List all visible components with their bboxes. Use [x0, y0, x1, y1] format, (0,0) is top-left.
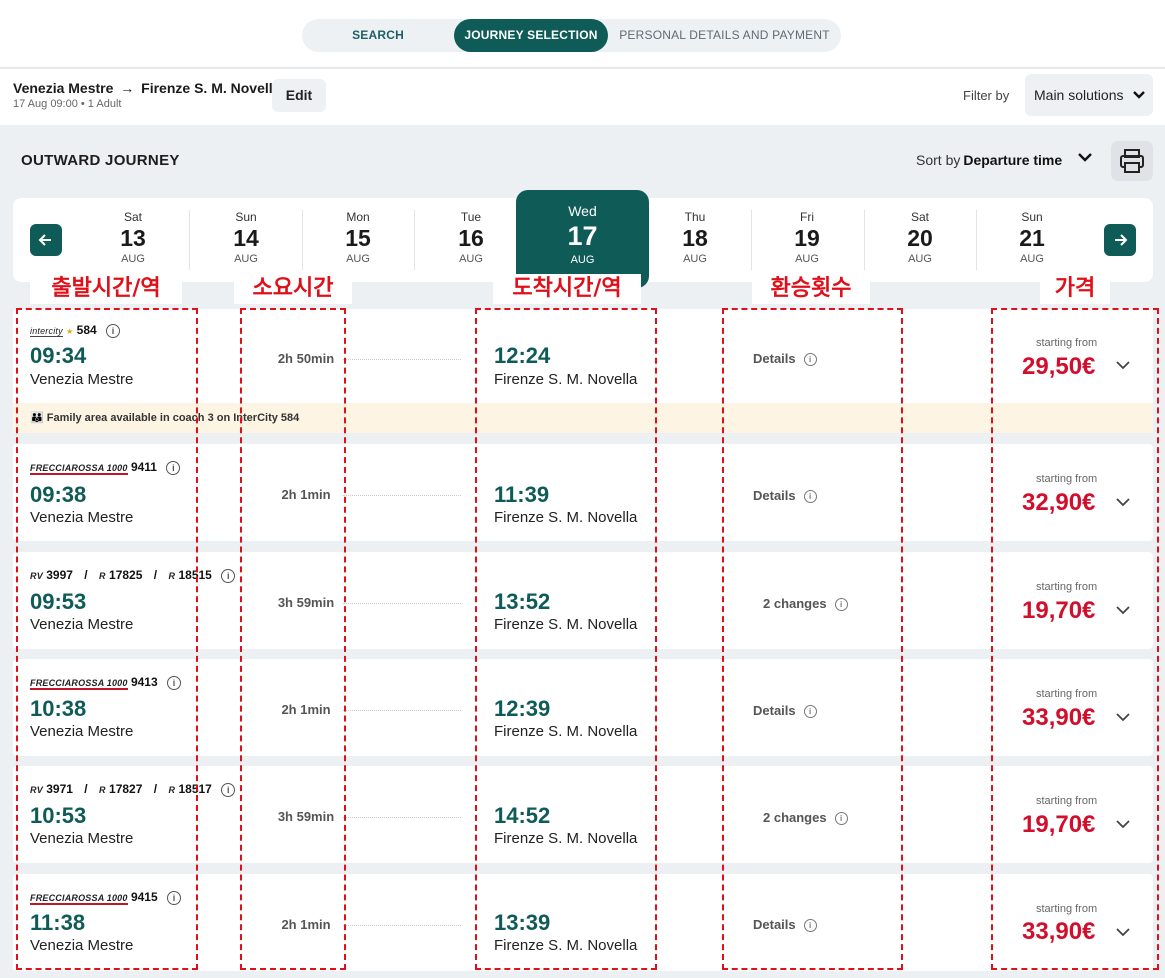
duration-line [343, 925, 461, 926]
date-item[interactable]: Sat 13 AUG [77, 210, 189, 272]
date-item[interactable]: Sun 21 AUG [976, 210, 1088, 272]
route-subtitle: 17 Aug 09:00 • 1 Adult [13, 98, 122, 110]
filter-value: Main solutions [1034, 87, 1124, 103]
date-month: AUG [683, 253, 707, 265]
date-day: 16 [458, 225, 484, 251]
date-item[interactable]: Tue 16 AUG [415, 210, 527, 272]
date-item[interactable]: Mon 15 AUG [302, 210, 414, 272]
annotation-duration-label: 소요시간 [234, 274, 352, 304]
chevron-down-icon [1133, 74, 1145, 116]
annotation-price-box [991, 308, 1159, 970]
step-search[interactable]: SEARCH [302, 19, 454, 52]
sort-control[interactable]: Sort by Departure time [916, 152, 1062, 168]
date-day: 14 [233, 225, 259, 251]
top-bar: SEARCH JOURNEY SELECTION PERSONAL DETAIL… [0, 0, 1165, 68]
duration-line [343, 603, 461, 604]
info-icon[interactable]: i [221, 782, 236, 797]
annotation-arrival-label: 도착시간/역 [493, 274, 641, 304]
outward-journey-title: OUTWARD JOURNEY [21, 152, 180, 169]
duration-line [343, 710, 461, 711]
date-weekday: Mon [346, 210, 370, 224]
route-to: Firenze S. M. Novella [141, 80, 281, 96]
route-bar: Venezia Mestre → Firenze S. M. Novella 1… [0, 69, 1165, 125]
duration-line [343, 359, 461, 360]
edit-button[interactable]: Edit [272, 79, 326, 112]
date-month: AUG [234, 253, 258, 265]
step-personal-details[interactable]: PERSONAL DETAILS AND PAYMENT [608, 19, 841, 52]
route-from: Venezia Mestre [13, 80, 114, 96]
date-item[interactable]: Fri 19 AUG [751, 210, 863, 272]
date-day: 20 [907, 225, 933, 251]
date-weekday: Thu [684, 210, 706, 224]
annotation-departure-box [16, 308, 198, 970]
chevron-down-icon[interactable] [1078, 150, 1092, 165]
date-weekday: Wed [568, 203, 597, 219]
printer-icon [1120, 149, 1144, 173]
date-item[interactable]: Sat 20 AUG [864, 210, 976, 272]
date-month: AUG [346, 253, 370, 265]
arrow-right-icon: → [120, 80, 135, 96]
date-day: 19 [794, 225, 820, 251]
annotation-departure-label: 출발시간/역 [30, 274, 182, 304]
step-journey-selection[interactable]: JOURNEY SELECTION [454, 19, 608, 52]
date-weekday: Sun [1021, 210, 1043, 224]
date-month: AUG [1020, 253, 1044, 265]
annotation-arrival-box [475, 308, 657, 970]
duration-line [343, 495, 461, 496]
arrow-left-icon [38, 234, 51, 246]
next-date-button[interactable] [1104, 224, 1136, 256]
date-weekday: Sat [123, 210, 142, 224]
annotation-price-label: 가격 [1040, 274, 1110, 304]
filter-label: Filter by [963, 88, 1010, 103]
date-weekday: Fri [800, 210, 814, 224]
date-month: AUG [459, 253, 483, 265]
date-weekday: Tue [460, 210, 482, 224]
route-title: Venezia Mestre → Firenze S. M. Novella [13, 80, 280, 96]
date-day: 15 [345, 225, 371, 251]
annotation-changes-label: 환승횟수 [752, 274, 870, 304]
sort-value: Departure time [963, 152, 1063, 168]
date-weekday: Sun [235, 210, 257, 224]
date-month: AUG [795, 253, 819, 265]
duration-line [343, 817, 461, 818]
date-weekday: Sat [910, 210, 929, 224]
sort-label: Sort by [916, 152, 961, 168]
prev-date-button[interactable] [30, 224, 62, 256]
date-item[interactable]: Sun 14 AUG [190, 210, 302, 272]
date-month: AUG [121, 253, 145, 265]
date-month: AUG [570, 254, 595, 266]
info-icon[interactable]: i [221, 568, 236, 583]
arrow-right-icon [1115, 234, 1128, 246]
annotation-changes-box [722, 308, 903, 970]
print-button[interactable] [1111, 141, 1153, 181]
date-day: 21 [1019, 225, 1045, 251]
date-day: 18 [682, 225, 708, 251]
date-day: 17 [567, 221, 598, 251]
date-day: 13 [120, 225, 146, 251]
progress-steps: SEARCH JOURNEY SELECTION PERSONAL DETAIL… [302, 19, 841, 52]
annotation-duration-box [240, 308, 346, 970]
date-item[interactable]: Thu 18 AUG [639, 210, 751, 272]
filter-dropdown[interactable]: Main solutions [1025, 74, 1153, 116]
date-month: AUG [908, 253, 932, 265]
